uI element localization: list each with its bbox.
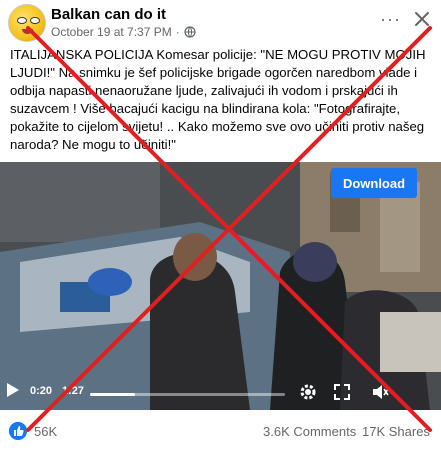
- mute-volume-icon[interactable]: [371, 383, 389, 401]
- settings-gear-icon[interactable]: [299, 383, 317, 401]
- duration: 1:27: [62, 385, 85, 397]
- fullscreen-icon[interactable]: [333, 383, 351, 401]
- post-meta: October 19 at 7:37 PM ·: [51, 25, 196, 39]
- video-controls: 0:20 1:27: [0, 374, 441, 410]
- post-caption: ITALIJANSKA POLICIJA Komesar policije: "…: [10, 47, 426, 152]
- current-time: 0:20: [30, 385, 53, 397]
- post-header: Balkan can do it October 19 at 7:37 PM ·…: [0, 0, 441, 42]
- like-icon[interactable]: [9, 422, 27, 440]
- globe-icon: [184, 26, 196, 38]
- meta-separator: ·: [175, 25, 180, 39]
- avatar-eye-left: [17, 17, 27, 24]
- video-frame-image: [0, 162, 441, 410]
- avatar-eye-right: [30, 17, 40, 24]
- video-player[interactable]: Download: [0, 162, 441, 410]
- play-icon[interactable]: [6, 382, 20, 398]
- close-icon[interactable]: [413, 10, 431, 28]
- page-name[interactable]: Balkan can do it: [51, 6, 166, 23]
- share-count[interactable]: 17K Shares: [362, 424, 430, 439]
- like-count[interactable]: 56K: [34, 424, 57, 439]
- avatar-mouth: [22, 29, 33, 34]
- avatar[interactable]: [8, 4, 46, 42]
- download-button[interactable]: Download: [331, 168, 417, 198]
- progress-bar[interactable]: [90, 393, 285, 396]
- post-date[interactable]: October 19 at 7:37 PM: [51, 25, 172, 39]
- comment-count[interactable]: 3.6K Comments: [263, 424, 356, 439]
- more-dots-icon[interactable]: ···: [380, 10, 401, 28]
- post-stats: 56K 3.6K Comments 17K Shares: [0, 420, 441, 444]
- progress-fill: [90, 393, 135, 396]
